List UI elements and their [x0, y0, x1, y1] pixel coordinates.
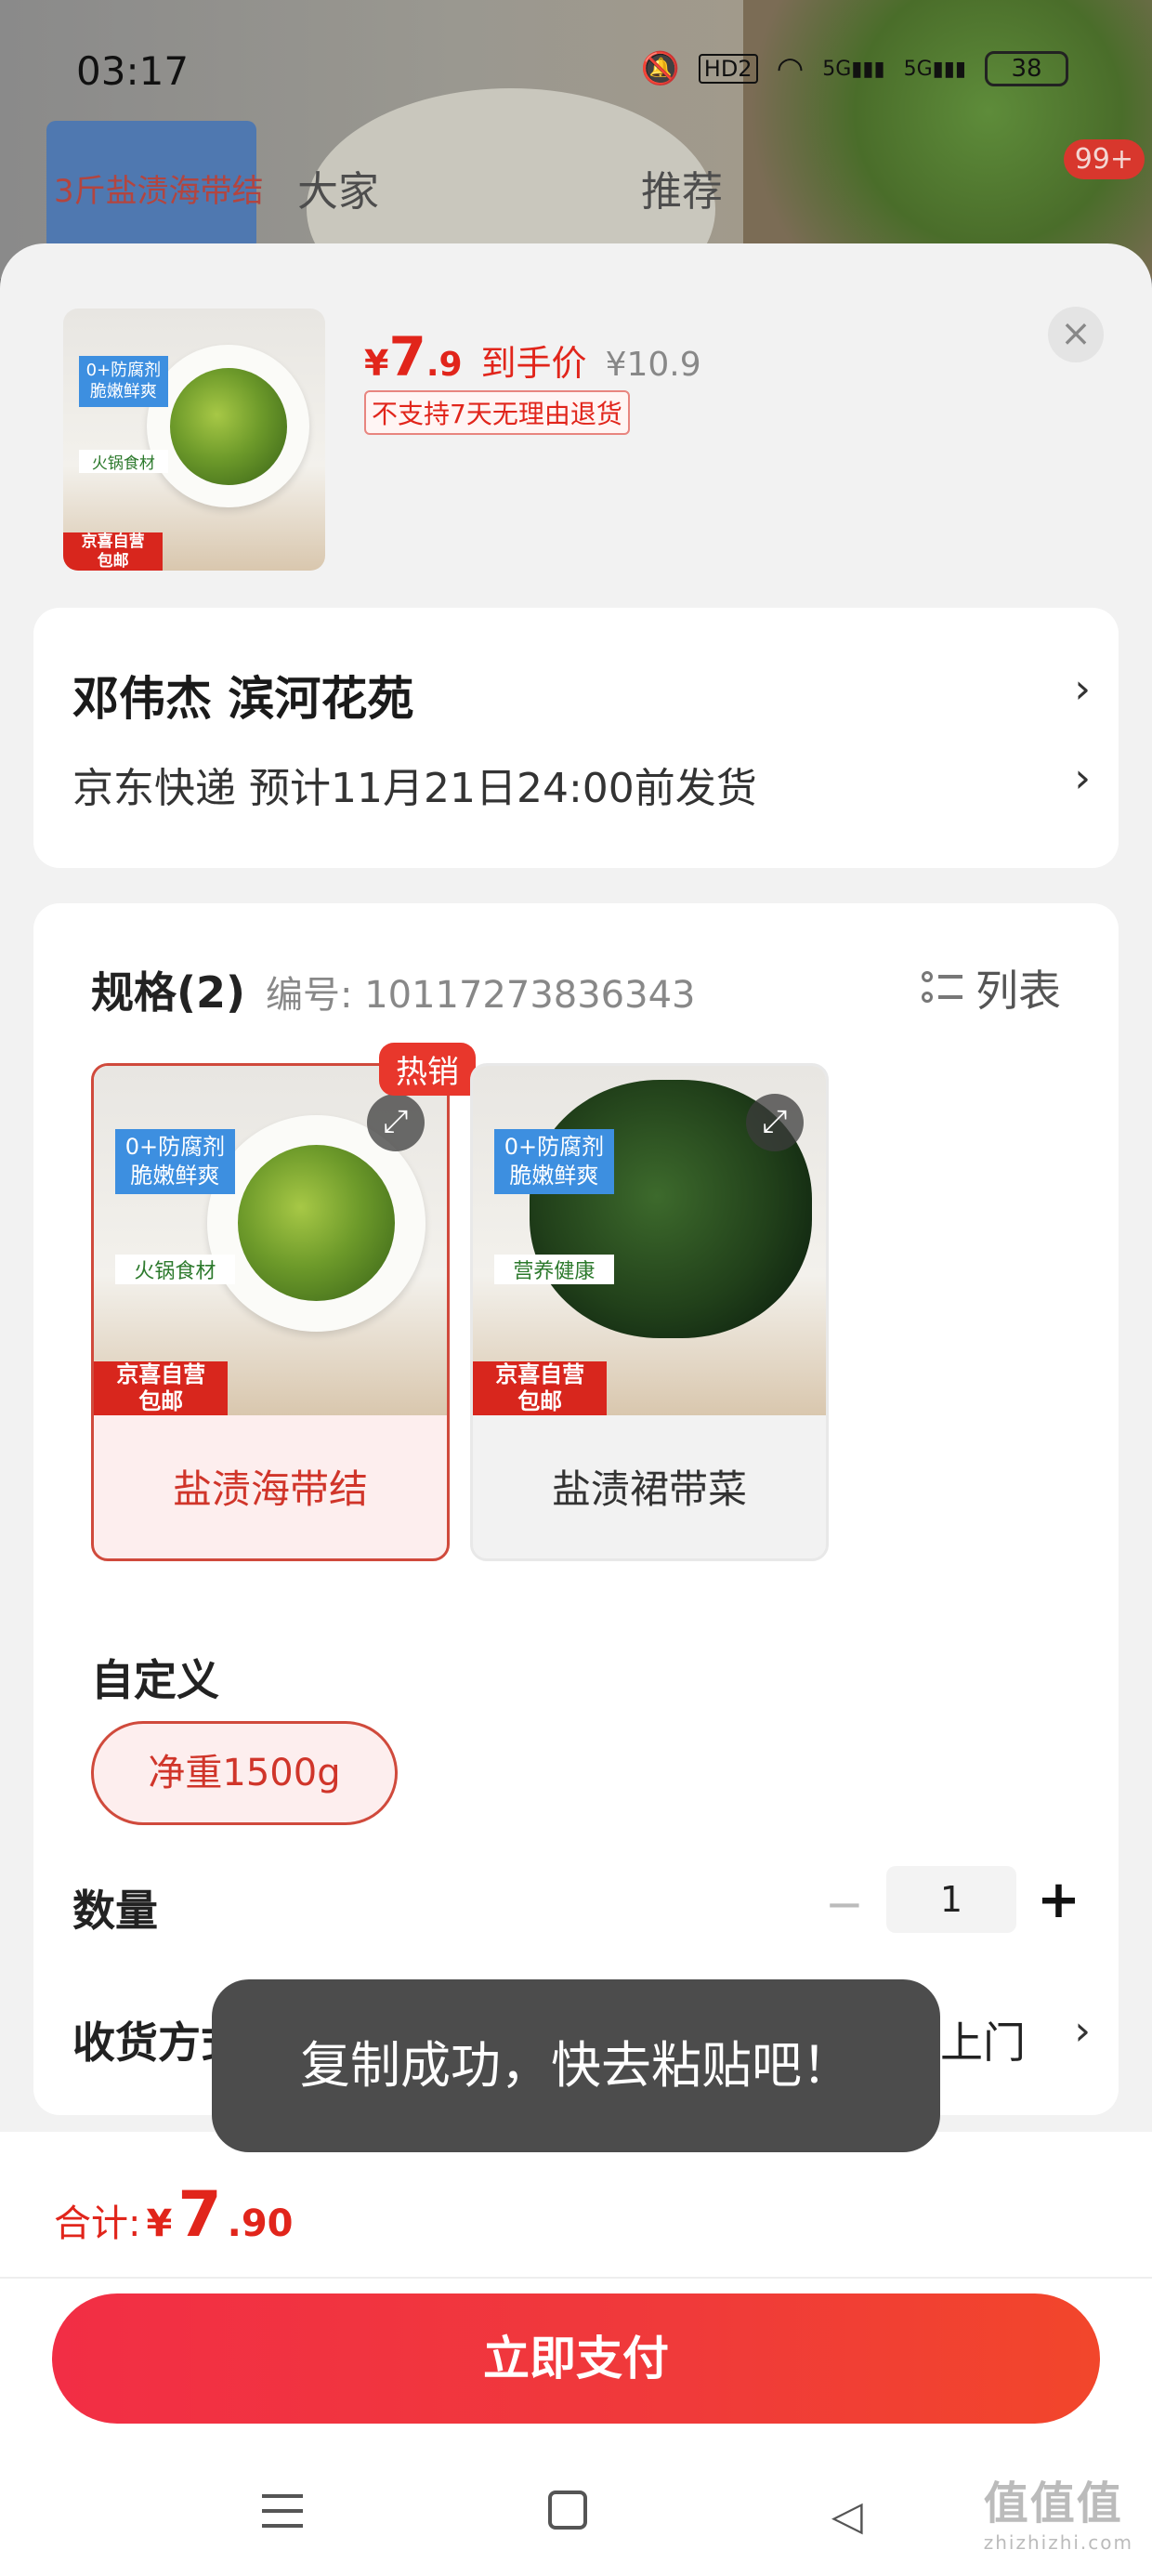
menu-icon[interactable]	[262, 2492, 303, 2530]
purchase-sheet: 0+防腐剂 脆嫩鲜爽 火锅食材 京喜自营 包邮 ¥ 7 .9 到手价 ¥10.9 不…	[0, 243, 1152, 2576]
background-tab-product: 3斤盐渍海带结	[54, 173, 264, 210]
custom-title: 自定义	[91, 1655, 219, 1705]
shipping-estimate: 京东快递 预计11月21日24:00前发货	[72, 765, 757, 812]
price-integer: 7	[388, 325, 426, 388]
option-image: 0+防腐剂 脆嫩鲜爽 营养健康 京喜自营 包邮 ⤢	[473, 1066, 826, 1415]
status-icons: 🔕 HD2 ◠ 5G▮▮▮ 5G▮▮▮ 38	[640, 50, 1068, 87]
mute-bell-icon: 🔕	[640, 50, 680, 87]
price-currency: ¥	[364, 343, 389, 384]
quantity-minus-button[interactable]: −	[825, 1877, 864, 1931]
option-tag-food: 营养健康	[493, 1255, 614, 1285]
option-image: 0+防腐剂 脆嫩鲜爽 火锅食材 京喜自营 包邮 ⤢	[94, 1066, 447, 1415]
option-tag-box: 0+防腐剂 脆嫩鲜爽	[493, 1128, 614, 1195]
signal-icon-2: 5G▮▮▮	[903, 57, 966, 81]
total-decimal: .90	[227, 2202, 294, 2245]
weight-chip[interactable]: 净重1500g	[91, 1721, 398, 1825]
quantity-input[interactable]: 1	[886, 1866, 1016, 1933]
chevron-right-icon[interactable]: ›	[1074, 665, 1091, 713]
option-badge: 京喜自营 包邮	[473, 1361, 608, 1415]
address-card[interactable]: 邓伟杰 滨河花苑 › 京东快递 预计11月21日24:00前发货 ›	[33, 608, 1119, 868]
list-icon	[922, 969, 962, 1006]
option-label: 盐渍裙带菜	[551, 1466, 747, 1512]
chevron-right-icon[interactable]: ›	[1074, 2007, 1091, 2055]
quantity-plus-button[interactable]: +	[1037, 1870, 1080, 1930]
original-price: ¥10.9	[605, 346, 701, 384]
expand-icon[interactable]: ⤢	[367, 1094, 425, 1151]
product-tag-food: 火锅食材	[78, 450, 168, 474]
list-view-button[interactable]: 列表	[922, 957, 1061, 1019]
status-time: 03:17	[76, 48, 190, 94]
hd-icon: HD2	[698, 54, 758, 84]
total-price: 合计: ¥ 7 .90	[54, 2178, 294, 2252]
product-badge: 京喜自营 包邮	[63, 532, 164, 571]
bowl-graphic	[147, 345, 310, 508]
option-badge: 京喜自营 包邮	[94, 1361, 229, 1415]
close-icon: ×	[1060, 312, 1092, 355]
price-decimal: .9	[425, 346, 463, 384]
chevron-right-icon[interactable]: ›	[1074, 755, 1091, 802]
battery-icon: 38	[985, 51, 1068, 86]
product-tag-box: 0+防腐剂 脆嫩鲜爽	[78, 355, 168, 407]
back-icon[interactable]: ◁	[831, 2492, 863, 2540]
quantity-title: 数量	[72, 1886, 158, 1936]
spec-option-qundaicai[interactable]: 0+防腐剂 脆嫩鲜爽 营养健康 京喜自营 包邮 ⤢ 盐渍裙带菜	[470, 1063, 829, 1561]
copy-success-toast: 复制成功，快去粘贴吧！	[212, 1979, 940, 2152]
list-view-label: 列表	[975, 966, 1061, 1016]
signal-icon-1: 5G▮▮▮	[822, 57, 885, 81]
total-label: 合计:	[54, 2202, 141, 2245]
wifi-icon: ◠	[776, 50, 805, 87]
watermark-logo: 值值值 zhizhizhi.com	[983, 2477, 1133, 2554]
divider	[0, 2277, 1152, 2279]
price-label: 到手价	[480, 343, 587, 384]
total-currency: ¥	[146, 2202, 173, 2245]
spec-title: 规格(2)	[91, 967, 246, 1018]
option-tag-box: 0+防腐剂 脆嫩鲜爽	[114, 1128, 235, 1195]
expand-icon[interactable]: ⤢	[746, 1094, 804, 1151]
price-row: ¥ 7 .9 到手价 ¥10.9	[364, 325, 701, 388]
no-return-notice: 不支持7天无理由退货	[364, 390, 630, 435]
home-icon[interactable]	[548, 2491, 587, 2530]
close-button[interactable]: ×	[1048, 307, 1104, 362]
background-cart-badge: 99+	[1063, 139, 1145, 179]
option-tag-food: 火锅食材	[114, 1255, 235, 1285]
checkout-footer: 合计: ¥ 7 .90 立即支付 ◁	[0, 2132, 1152, 2576]
pay-now-button[interactable]: 立即支付	[52, 2293, 1100, 2424]
background-tab-recommend: 推荐	[641, 168, 723, 216]
product-image: 0+防腐剂 脆嫩鲜爽 火锅食材 京喜自营 包邮	[63, 309, 325, 571]
option-label: 盐渍海带结	[172, 1466, 368, 1512]
spec-option-haidaijie[interactable]: 0+防腐剂 脆嫩鲜爽 火锅食材 京喜自营 包邮 ⤢ 盐渍海带结	[91, 1063, 450, 1561]
spec-card: 规格(2) 编号: 10117273836343 列表 0+防腐剂 脆嫩鲜爽 火锅…	[33, 903, 1119, 2115]
recipient-name-address: 邓伟杰 滨河花苑	[72, 672, 414, 726]
total-integer: 7	[177, 2178, 222, 2252]
background-tab-reviews: 大家	[297, 168, 379, 216]
product-thumbnail[interactable]: 0+防腐剂 脆嫩鲜爽 火锅食材 京喜自营 包邮	[63, 309, 325, 571]
system-nav-bar: ◁	[0, 2485, 1152, 2559]
status-bar: 03:17 🔕 HD2 ◠ 5G▮▮▮ 5G▮▮▮ 38	[0, 41, 1152, 106]
product-code: 编号: 10117273836343	[266, 974, 696, 1017]
hot-sale-badge: 热销	[379, 1043, 476, 1096]
